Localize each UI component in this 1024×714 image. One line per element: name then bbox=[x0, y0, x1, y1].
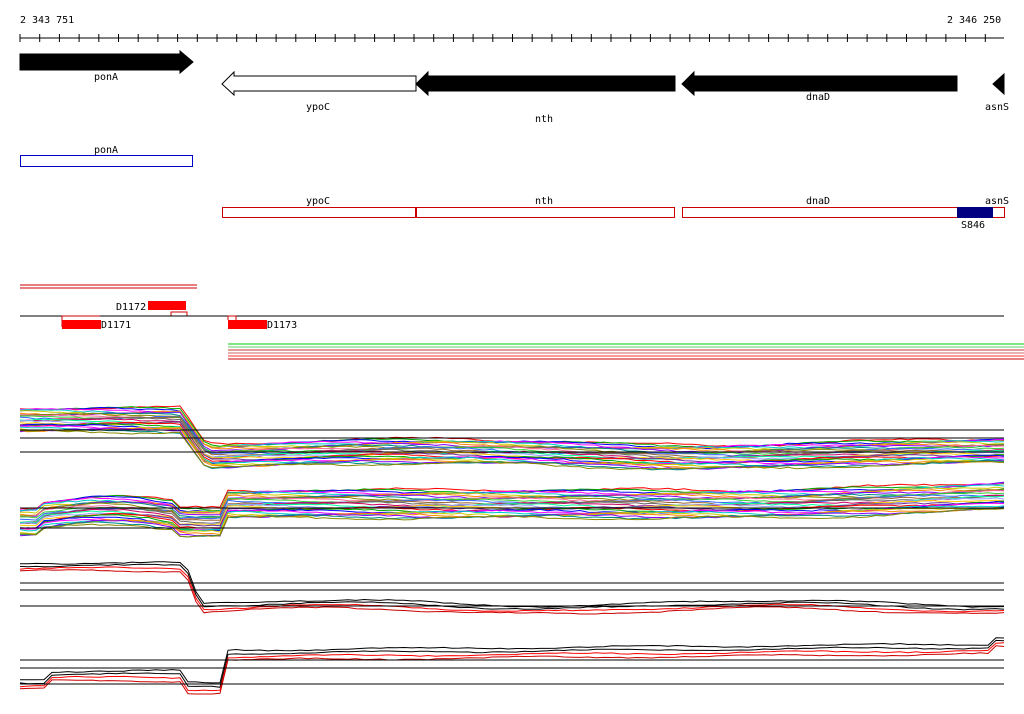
expression-profile-line bbox=[19, 639, 1005, 688]
feature-D1172-bracket bbox=[170, 311, 188, 316]
coordinate-ruler: 2 343 751 2 346 250 bbox=[19, 15, 1004, 42]
gene-asnS-label: asnS bbox=[985, 102, 1009, 113]
transcript-ponA-box[interactable] bbox=[20, 155, 193, 167]
gene-ponA-arrow[interactable] bbox=[19, 49, 194, 75]
site-S846-marker[interactable] bbox=[957, 207, 993, 218]
transcript-nth-box[interactable] bbox=[416, 207, 675, 218]
genome-browser-view: 2 343 751 2 346 250 ponA ypoC nth dnaD a… bbox=[19, 15, 1024, 695]
transcript-ponA-label: ponA bbox=[94, 145, 118, 156]
feature-D1173-label: D1173 bbox=[267, 320, 297, 331]
transcript-ypoC-label: ypoC bbox=[306, 196, 330, 207]
expression-track-2 bbox=[19, 481, 1005, 538]
feature-D1172-block[interactable] bbox=[148, 301, 186, 310]
feature-D1171-label: D1171 bbox=[101, 320, 131, 331]
transcript-dnaD-label: dnaD bbox=[806, 196, 830, 207]
site-S846-label: S846 bbox=[961, 220, 985, 231]
expression-tracks bbox=[19, 405, 1005, 695]
feature-D1173-block[interactable] bbox=[228, 320, 267, 329]
ruler-start-coordinate: 2 343 751 bbox=[20, 15, 74, 26]
expression-profile-line bbox=[19, 563, 1005, 611]
transcript-nth-label: nth bbox=[535, 196, 553, 207]
transcript-track-top: ponA bbox=[20, 145, 193, 167]
gene-nth-label: nth bbox=[535, 114, 553, 125]
gene-dnaD-label: dnaD bbox=[806, 92, 830, 103]
gene-nth-arrow[interactable] bbox=[415, 70, 676, 97]
expression-profile-line bbox=[19, 566, 1005, 613]
feature-track: D1172 D1171 D1173 bbox=[20, 284, 1024, 360]
feature-D1172-label: D1172 bbox=[116, 302, 146, 313]
expression-profile-line bbox=[19, 415, 1005, 455]
gene-asnS-arrow[interactable] bbox=[992, 72, 1005, 96]
transcript-track-bottom: ypoC nth dnaD asnS S846 bbox=[222, 196, 1009, 231]
transcript-ypoC-box[interactable] bbox=[222, 207, 417, 218]
gene-ypoC-arrow[interactable] bbox=[221, 70, 417, 97]
feature-stacked-lines bbox=[228, 343, 1024, 360]
gene-ponA-label: ponA bbox=[94, 72, 118, 83]
gene-track: ponA ypoC nth dnaD asnS bbox=[19, 49, 1009, 125]
feature-D1173-bracket bbox=[227, 315, 237, 320]
expression-track-4 bbox=[19, 637, 1005, 695]
transcript-dnaD-box[interactable] bbox=[682, 207, 1005, 218]
transcript-asnS-label: asnS bbox=[985, 196, 1009, 207]
expression-profile-line bbox=[19, 642, 1005, 692]
gene-ypoC-label: ypoC bbox=[306, 102, 330, 113]
ruler-end-coordinate: 2 346 250 bbox=[947, 15, 1001, 26]
feature-D1171-block[interactable] bbox=[62, 320, 101, 329]
